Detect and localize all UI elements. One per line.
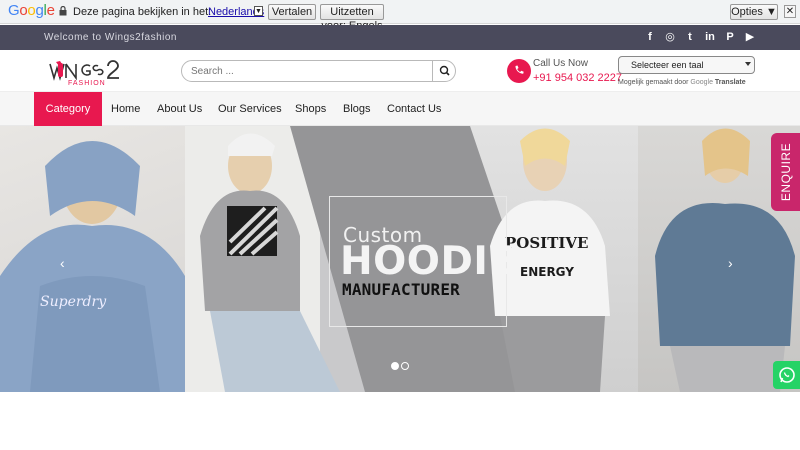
phone-icon [515, 65, 524, 74]
chevron-right-icon[interactable]: › [728, 256, 740, 270]
options-button[interactable]: Opties ▼ [730, 4, 778, 20]
powered-suffix[interactable]: Translate [715, 79, 746, 86]
search-button[interactable] [432, 61, 455, 81]
chevron-down-icon [745, 62, 751, 66]
twitter-icon[interactable]: t [680, 30, 700, 44]
search-icon [439, 65, 450, 76]
language-dropdown-icon[interactable]: ▼ [254, 6, 263, 16]
site-logo[interactable]: FASHION [48, 60, 128, 86]
powered-brand: Google [690, 79, 713, 86]
whatsapp-icon [779, 367, 795, 383]
call-number[interactable]: +91 954 032 2227 [533, 72, 622, 84]
call-label: Call Us Now [533, 58, 589, 69]
top-bar: Welcome to Wings2fashion f ◎ t in P ▶ [0, 25, 800, 50]
phone-button[interactable] [507, 59, 531, 83]
svg-text:Superdry: Superdry [40, 294, 107, 310]
never-translate-button[interactable]: Uitzetten voor: Engels [320, 4, 384, 32]
nav-about-us[interactable]: About Us [157, 92, 202, 126]
close-icon[interactable]: ✕ [784, 5, 796, 18]
nav-our-services[interactable]: Our Services [218, 92, 282, 126]
chevron-left-icon[interactable]: ‹ [60, 256, 72, 270]
svg-text:FASHION: FASHION [68, 80, 106, 86]
facebook-icon[interactable]: f [640, 30, 660, 44]
powered-prefix: Mogelijk gemaakt door [618, 79, 689, 86]
hero-slider[interactable]: Superdry POSITIVE ENERGY Custom HOODIE M… [0, 126, 800, 392]
nav-contact-us[interactable]: Contact Us [387, 92, 441, 126]
language-select[interactable]: Selecteer een taal [618, 56, 755, 74]
slide-dot-2[interactable] [401, 362, 409, 370]
translate-button[interactable]: Vertalen [268, 4, 316, 20]
svg-text:POSITIVE: POSITIVE [505, 234, 588, 252]
youtube-icon[interactable]: ▶ [740, 30, 760, 44]
nav-blogs[interactable]: Blogs [343, 92, 371, 126]
translate-question: Deze pagina bekijken in het: [73, 6, 212, 18]
enquire-tab[interactable]: ENQUIRE [771, 133, 800, 211]
instagram-icon[interactable]: ◎ [660, 30, 680, 44]
main-nav: Category Home About Us Our Services Shop… [0, 92, 800, 126]
powered-by-google: Mogelijk gemaakt door Google Translate [618, 79, 746, 86]
social-links: f ◎ t in P ▶ [640, 30, 760, 44]
search-input[interactable] [182, 61, 432, 81]
svg-text:ENERGY: ENERGY [520, 265, 574, 279]
lock-icon [59, 6, 67, 16]
google-logo: Google [8, 2, 55, 19]
site-header: FASHION Call Us Now +91 954 032 2227 Sel… [0, 50, 800, 92]
search-box [181, 60, 456, 82]
translate-bar: Google Deze pagina bekijken in het: Nede… [0, 0, 800, 32]
linkedin-icon[interactable]: in [700, 30, 720, 44]
category-button[interactable]: Category [34, 92, 102, 126]
enquire-label: ENQUIRE [779, 142, 793, 202]
pinterest-icon[interactable]: P [720, 30, 740, 44]
slide-dot-1[interactable] [391, 362, 399, 370]
nav-shops[interactable]: Shops [295, 92, 326, 126]
hero-line-2: HOODIE [340, 239, 516, 284]
whatsapp-button[interactable] [773, 361, 800, 389]
nav-home[interactable]: Home [111, 92, 140, 126]
welcome-text: Welcome to Wings2fashion [44, 32, 177, 43]
language-select-value: Selecteer een taal [631, 60, 704, 70]
hero-line-3: MANUFACTURER [342, 280, 460, 299]
